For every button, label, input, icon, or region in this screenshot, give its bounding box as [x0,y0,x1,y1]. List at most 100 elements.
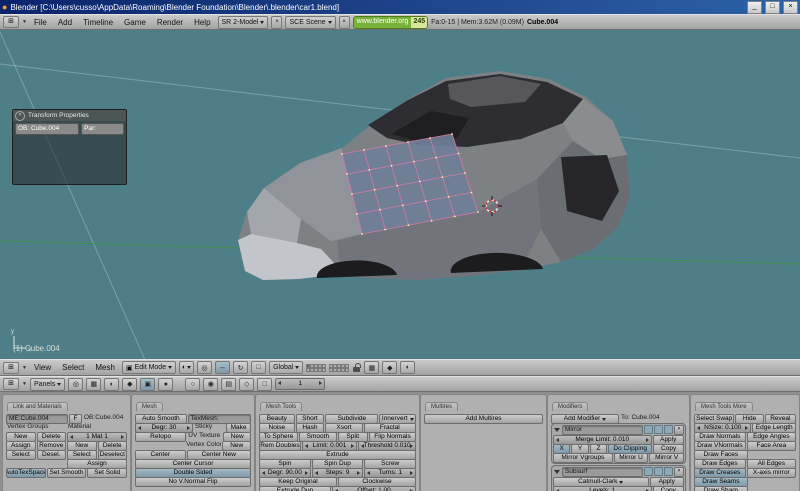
shading-context-icon[interactable]: ◐ [104,377,120,391]
world-subcontext-icon[interactable]: □ [257,377,273,391]
panel-tab-mesh-tools[interactable]: Mesh Tools [260,402,303,411]
no-vnormal-flip-toggle[interactable]: No V.Normal Flip [135,477,251,487]
orientation-dropdown[interactable]: Global [269,361,304,374]
interactive-toggle-icon[interactable] [654,425,663,434]
viewport-3d[interactable]: y x × Transform Properties OB: Cube.004 … [0,30,800,359]
merge-limit-spinner[interactable]: Merge Limit: 0.010 [553,435,652,445]
limit-spinner[interactable]: Limit: 0.001 [301,441,358,451]
snap-icon[interactable]: ◆ [382,361,398,374]
screen-delete-button[interactable]: × [271,15,283,29]
interactive-toggle-icon[interactable] [654,467,663,476]
draw-sharp-toggle[interactable]: Draw Sharp [694,486,748,491]
radiosity-subcontext-icon[interactable]: ◇ [239,377,255,391]
collapse-menu-icon[interactable]: ▼ [22,381,27,387]
maximize-button[interactable]: □ [765,0,780,14]
texture-subcontext-icon[interactable]: ▤ [221,377,237,391]
panel-tab-mesh[interactable]: Mesh [136,402,163,411]
threshold-spinner[interactable]: Threshold 0.010 [358,441,416,451]
minimize-button[interactable]: _ [747,0,762,14]
menu-mesh[interactable]: Mesh [91,363,119,372]
panel-tab-modifiers[interactable]: Modifiers [552,402,589,411]
mirror-u-toggle[interactable]: Mirror U [613,453,649,463]
add-multires-button[interactable]: Add Multires [424,414,543,424]
modifier-target-label: To: Cube.004 [621,414,660,421]
menu-timeline[interactable]: Timeline [79,18,117,27]
mirror-modifier-name-field[interactable]: Mirror [562,424,643,435]
add-modifier-dropdown[interactable]: Add Modifier [551,414,619,424]
panel-tab-mesh-tools-more[interactable]: Mesh Tools More [695,402,753,411]
transform-properties-panel[interactable]: × Transform Properties OB: Cube.004 Par: [12,109,127,185]
material-index-spinner[interactable]: 1 Mat 1 [67,432,127,442]
subsurf-levels-spinner[interactable]: Levels: 1 [553,486,652,491]
menu-help[interactable]: Help [190,18,214,27]
lock-layers-toggle[interactable] [352,362,361,373]
panel-tab-link-and-materials[interactable]: Link and Materials [7,402,68,411]
subsurf-modifier-name-field[interactable]: Subsurf [562,466,643,477]
extrude-dup-button[interactable]: Extrude Dup [259,486,331,491]
logic-context-icon[interactable]: ◎ [68,377,84,391]
offset-spinner[interactable]: Offset: 1.00 [332,486,416,491]
window-type-icon[interactable]: ⊞ [3,16,19,28]
collapse-triangle-icon[interactable] [554,427,560,432]
menu-render[interactable]: Render [153,18,187,27]
degr-90-spinner[interactable]: Degr: 90.00 [259,468,311,478]
pivot-dropdown[interactable]: ◎ [197,361,213,374]
material-subcontext-icon[interactable]: ◉ [203,377,219,391]
screen-selector[interactable]: SR 2-Model [217,15,269,29]
scene-context-icon[interactable]: ● [158,377,174,391]
steps-spinner[interactable]: Steps: 9 [311,468,364,478]
ob-name-field[interactable]: OB: Cube.004 [15,123,80,135]
parent-field[interactable]: Par: [81,123,124,135]
buttons-context-spinner[interactable]: 1 [275,378,326,390]
layer-buttons-group-1[interactable] [306,363,327,372]
menu-add[interactable]: Add [54,18,76,27]
draw-type-dropdown[interactable]: ◐ [179,361,195,374]
autotexspace-toggle[interactable]: AutoTexSpace [6,468,46,478]
scene-selector[interactable]: SCE Scene [285,15,336,29]
collapse-triangle-icon[interactable] [554,469,560,474]
script-context-icon[interactable]: ▦ [86,377,102,391]
manipulator-rotate-toggle[interactable]: ↻ [233,361,249,374]
editing-context-icon[interactable]: ▣ [140,377,156,391]
panels-dropdown[interactable]: Panels [29,377,66,391]
nsize-spinner[interactable]: NSize: 0.100 [694,423,752,433]
render-preview-icon[interactable]: ◐ [400,361,416,374]
menu-file[interactable]: File [30,18,51,27]
editmode-toggle-icon[interactable] [664,425,673,434]
close-button[interactable]: × [783,0,798,14]
editmode-toggle-icon[interactable] [664,467,673,476]
viewport-canvas[interactable]: y x [0,30,800,359]
turns-spinner[interactable]: Turns: 1 [364,468,417,478]
set-smooth-button[interactable]: Set Smooth [46,468,87,478]
delete-modifier-icon[interactable]: × [674,466,684,477]
menu-game[interactable]: Game [120,18,150,27]
manipulator-scale-toggle[interactable]: □ [251,361,267,374]
window-type-icon[interactable]: ⊞ [3,378,19,390]
collapse-menu-icon[interactable]: ▼ [22,365,27,371]
collapse-menu-icon[interactable]: ▼ [22,19,27,25]
mirror-vgroups-toggle[interactable]: Mirror Vgroups [553,453,613,463]
manipulator-translate-toggle[interactable]: ↔ [215,361,231,374]
subsurf-copy-button[interactable]: Copy [652,486,684,491]
panel-tab-multires[interactable]: Multires [425,402,459,411]
scene-delete-button[interactable]: × [338,15,350,29]
scene-stats: Fa:0-15 | Mem:3.62M (0.09M) [431,18,524,26]
window-type-icon[interactable]: ⊞ [3,361,19,374]
menu-view[interactable]: View [30,363,55,372]
panel-close-icon[interactable]: × [15,110,25,121]
render-toggle-icon[interactable] [644,425,653,434]
set-solid-button[interactable]: Set Solid [87,468,128,478]
mirror-v-toggle[interactable]: Mirror V [649,453,684,463]
lamp-subcontext-icon[interactable]: ○ [185,377,201,391]
degr-spinner[interactable]: Degr: 30 [135,423,193,433]
layer-buttons-group-2[interactable] [329,363,350,372]
proportional-edit-icon[interactable]: ▦ [364,361,380,374]
layer-button[interactable] [345,367,350,372]
mode-dropdown[interactable]: ▣ Edit Mode [121,361,177,374]
render-toggle-icon[interactable] [644,467,653,476]
object-context-icon[interactable]: ◆ [122,377,138,391]
layer-button[interactable] [322,367,327,372]
delete-modifier-icon[interactable]: × [674,424,684,435]
transform-properties-header[interactable]: × Transform Properties [13,110,126,121]
menu-select[interactable]: Select [58,363,88,372]
